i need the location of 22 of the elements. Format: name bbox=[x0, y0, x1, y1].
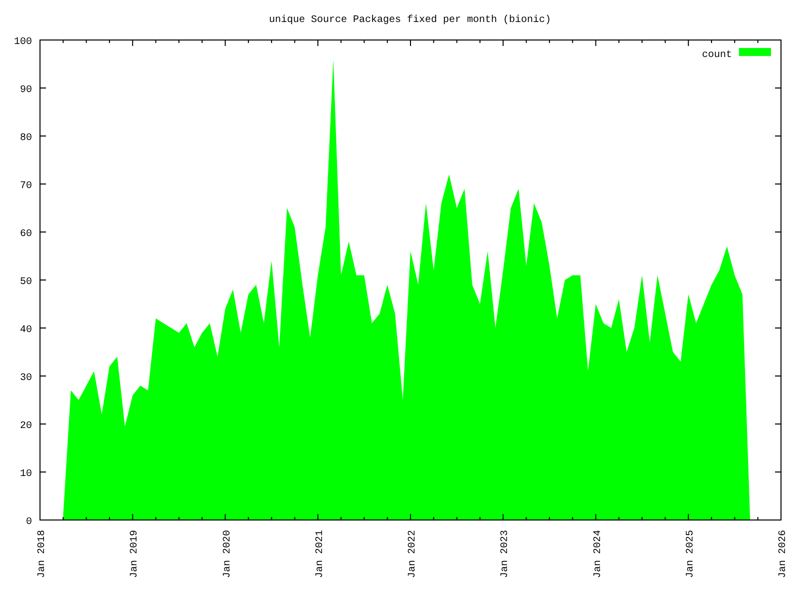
y-tick-label: 10 bbox=[20, 469, 32, 480]
x-tick-label: Jan 2023 bbox=[500, 530, 512, 578]
y-tick-label: 0 bbox=[26, 517, 32, 528]
x-tick-label: Jan 2018 bbox=[37, 530, 48, 578]
chart-title: unique Source Packages fixed per month (bionic) bbox=[268, 15, 552, 26]
y-tick-label: 60 bbox=[20, 229, 32, 240]
x-tick-label: Jan 2024 bbox=[592, 530, 604, 578]
x-tick-label: Jan 2021 bbox=[314, 530, 326, 578]
y-tick-label: 100 bbox=[14, 37, 32, 48]
x-tick-label: Jan 2020 bbox=[222, 530, 234, 578]
x-tick-label: Jan 2025 bbox=[685, 530, 696, 578]
y-tick-label: 80 bbox=[20, 133, 32, 144]
x-tick-label: Jan 2026 bbox=[778, 530, 789, 578]
x-tick-label: Jan 2022 bbox=[408, 530, 418, 578]
y-tick-label: 20 bbox=[20, 421, 32, 432]
y-tick-label: 30 bbox=[20, 373, 32, 384]
y-tick-label: 90 bbox=[20, 85, 32, 96]
x-tick-label: Jan 2019 bbox=[130, 530, 141, 578]
y-tick-label: 70 bbox=[20, 181, 32, 192]
y-tick-label: 50 bbox=[20, 277, 32, 288]
legend-label: count bbox=[702, 50, 732, 61]
y-tick-label: 40 bbox=[20, 325, 32, 336]
